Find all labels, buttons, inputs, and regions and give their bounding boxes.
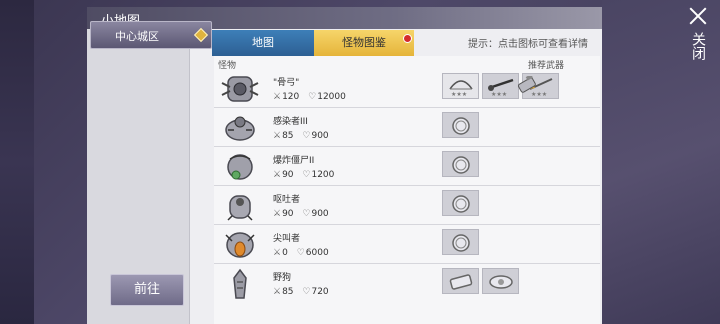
armor-drop-icon[interactable] [482,268,519,294]
close-label[interactable]: 关闭 [690,32,706,60]
attack-icon: ⚔ [273,92,282,102]
attack-icon: ⚔ [273,209,282,219]
screamer-monster-icon [225,232,255,258]
monster-row[interactable]: 尖叫者 ⚔0 ♡6000 [214,226,600,264]
location-marker-icon [193,27,209,43]
bow-drop-icon[interactable]: ★★★ [442,73,479,99]
wild-dog-monster-icon [233,268,247,299]
attack-icon: ⚔ [273,287,282,297]
exploding-zombie-monster-icon [227,154,253,180]
monster-name: 野狗 [273,273,292,283]
monster-stats: ⚔85 ♡720 [273,287,335,297]
sidebar-item-label: 中心城区 [115,30,159,43]
coin-drop-icon[interactable] [442,112,479,138]
hp-value: 6000 [305,248,329,258]
tab-monster-label: 怪物图鉴 [342,36,386,49]
attack-value: 85 [282,287,294,297]
monster-row[interactable]: 呕吐者 ⚔90 ♡900 [214,187,600,225]
heart-icon: ♡ [302,209,311,219]
monster-name: "骨弓" [273,78,300,88]
minimap-window: 小地图 前往 地图 怪物图鉴 提示：点击图标可查看详情 怪物 推荐武器 "骨弓"… [87,7,602,324]
coin-drop-icon[interactable] [442,229,479,255]
hp-value: 12000 [317,92,346,102]
tab-monster-guide[interactable]: 怪物图鉴 [314,30,414,56]
hint-text: 提示：点击图标可查看详情 [468,39,588,50]
monster-stats: ⚔90 ♡900 [273,209,335,219]
left-panel: 前往 [87,29,190,324]
monster-list: 怪物 推荐武器 "骨弓" ⚔120 ♡12000 ★★★ ★★★ ★★★ 感染者… [214,56,600,324]
wrench-drop-icon[interactable]: ★★★ [482,73,519,99]
monster-row[interactable]: 感染者III ⚔85 ♡900 [214,109,600,147]
attack-icon: ⚔ [273,170,282,180]
vomiter-monster-icon [227,195,253,221]
bone-bow-monster-icon [221,76,259,102]
notification-dot [403,34,412,43]
attack-value: 90 [282,170,294,180]
coin-drop-icon[interactable] [442,151,479,177]
monster-stats: ⚔120 ♡12000 [273,92,352,102]
monster-stats: ⚔90 ♡1200 [273,170,340,180]
sidebar-item-central-city[interactable]: 中心城区 [90,21,212,49]
heart-icon: ♡ [308,92,317,102]
monster-name: 感染者III [273,117,308,127]
monster-name: 尖叫者 [273,234,301,244]
heart-icon: ♡ [296,248,305,258]
monster-name: 呕吐者 [273,195,301,205]
attack-icon: ⚔ [273,248,282,258]
attack-icon: ⚔ [273,131,282,141]
attack-value: 90 [282,209,294,219]
material-drop-icon[interactable] [442,268,479,294]
heart-icon: ♡ [302,131,311,141]
monster-stats: ⚔85 ♡900 [273,131,335,141]
close-icon[interactable] [688,6,708,26]
monster-stats: ⚔0 ♡6000 [273,248,335,258]
backdrop-left [0,0,34,324]
heart-icon: ♡ [302,287,311,297]
go-button[interactable]: 前往 [110,274,184,306]
coin-drop-icon[interactable] [442,190,479,216]
infected-iii-monster-icon [225,116,255,141]
heart-icon: ♡ [302,170,311,180]
monster-row[interactable]: 爆炸僵尸II ⚔90 ♡1200 [214,148,600,186]
attack-value: 85 [282,131,294,141]
monster-row[interactable]: "骨弓" ⚔120 ♡12000 ★★★ ★★★ ★★★ [214,70,600,108]
hp-value: 720 [311,287,329,297]
attack-value: 120 [282,92,300,102]
attack-value: 0 [282,248,288,258]
hp-value: 900 [311,209,329,219]
hp-value: 900 [311,131,329,141]
monster-row[interactable]: 野狗 ⚔85 ♡720 [214,265,600,303]
shotgun-weapon-icon[interactable] [516,76,540,94]
hp-value: 1200 [311,170,335,180]
monster-name: 爆炸僵尸II [273,156,315,166]
tab-map[interactable]: 地图 [212,30,314,56]
